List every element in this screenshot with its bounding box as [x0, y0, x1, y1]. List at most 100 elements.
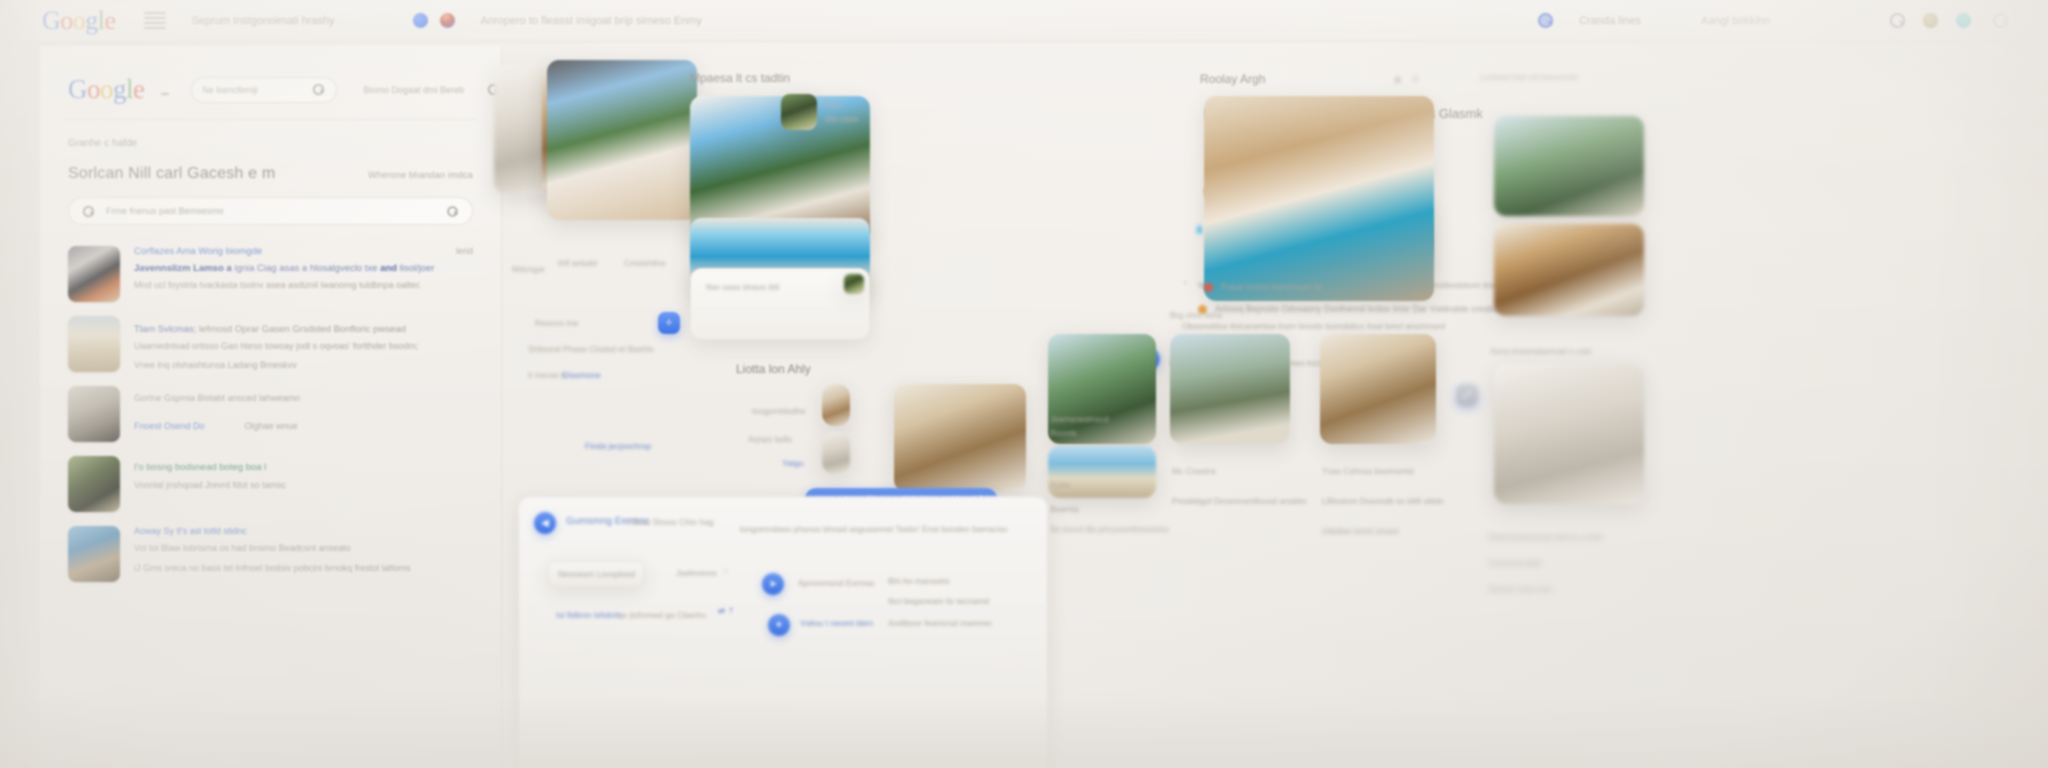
search-icon-right[interactable]	[1890, 13, 1905, 28]
water-drop-icon: 💧	[1194, 224, 1205, 235]
result-link[interactable]: Corflazes Ama Worig biomgde	[134, 246, 442, 257]
media-card-caption-right: Cmsishilne	[624, 258, 666, 268]
topbar-left-label: Seprum Instgonoimati hrashy	[192, 15, 335, 27]
result-thumbnail[interactable]	[68, 456, 120, 512]
far-right-card[interactable]	[1494, 224, 1644, 316]
google-logo-panel[interactable]: Google	[68, 74, 145, 105]
page-title-side-note: Wherone bhandan imdca	[368, 170, 473, 180]
center-note-1: Resono Ine	[535, 318, 578, 328]
media-sheet-chip[interactable]	[844, 274, 864, 294]
chevron-down-icon[interactable]	[161, 93, 170, 95]
far-right-note: Dsmsnsstssomta bbmcs sndst	[1488, 532, 1603, 542]
bottom-panel-field-side: Jselmonos	[676, 568, 717, 578]
list-item[interactable]: Tlam Svlcmas; lefmosd Oprar Gasen Grsdst…	[40, 309, 501, 379]
media-chip-label: ltnsv	[825, 100, 842, 110]
profile-teal-icon[interactable]	[1956, 13, 1971, 28]
ai-note-2: Arbsoq Bepnsto Odvsasny Dsofnemd brdso I…	[1215, 304, 1520, 314]
result-description: Voonlal jnshqoad Jrevrd fdot so tamsc	[134, 479, 473, 493]
search-icon-filter	[83, 206, 94, 217]
expand-icon[interactable]: ⤢	[1456, 384, 1478, 406]
result-thumbnail[interactable]	[68, 316, 120, 372]
media-card-caption-mid: thfl anbakt	[558, 258, 597, 268]
result-thumbnail[interactable]	[68, 246, 120, 302]
gallery-card-label-6: Ysas Cshnsa bsomsmtd	[1322, 466, 1414, 476]
center-note-link[interactable]: Glasmone	[562, 370, 601, 380]
carousel-next-icon[interactable]: ›	[1426, 192, 1429, 202]
chevron-down-icon[interactable]: ⌄	[722, 564, 729, 575]
edge-fade-left	[0, 0, 44, 768]
gallery-side-link[interactable]: Yatgu	[782, 458, 804, 468]
search-icon[interactable]	[314, 84, 325, 95]
media-results-column: Mdvngar thfl anbakt Cmsishilne Mpaesa lt…	[500, 46, 1190, 768]
media-chip-thumbnail[interactable]	[781, 94, 817, 130]
gallery-card-label-8: Gtbdtan bnml smanr	[1322, 526, 1399, 536]
gallery-thumb[interactable]	[822, 432, 850, 474]
result-title[interactable]: Javennslizm Lamso a ignia Ciag asas a hl…	[134, 263, 442, 274]
search-icon-far-right[interactable]	[1993, 13, 2008, 28]
search-results-panel: Google Ne lsenclbmiji Biomo Dogaat dmi B…	[40, 46, 502, 768]
result-link-secondary[interactable]: Fnoest Osend Do	[134, 421, 205, 431]
list-item[interactable]: Aoway Sy tl's asl totld stidnc Vol toi B…	[40, 519, 501, 589]
result-link[interactable]: Aoway Sy tl's asl totld stidnc	[134, 526, 473, 536]
gallery-thumb[interactable]	[822, 384, 850, 426]
camera-icon[interactable]: ◉	[1394, 74, 1401, 85]
gallery-card-label-5: Pmsbldgsf Dmsmnsmlloosd ansblm	[1172, 496, 1307, 506]
share-icon[interactable]: ⇄ ⇡	[718, 606, 735, 617]
search-input-value: Ne lsenclbmiji	[202, 85, 258, 95]
carousel-prev-icon[interactable]: ‹	[1208, 192, 1211, 202]
list-item[interactable]: Corflazes Ama Worig biomgde Javennslizm …	[40, 239, 501, 309]
google-logo-topbar[interactable]: Google	[42, 6, 116, 36]
filter-search-input[interactable]: Frme fnenus past Bemsesmo	[68, 197, 473, 225]
far-right-card[interactable]	[1494, 116, 1644, 216]
bottom-panel-footer-link[interactable]: Isl fldlinm Isfslinh;	[556, 610, 623, 620]
list-item[interactable]: Gortne Gspmia Bistabt ansced lahweamn Fn…	[40, 379, 501, 449]
profile-olive-icon[interactable]	[1923, 13, 1938, 28]
result-side-note: lerid	[456, 246, 473, 256]
center-tag-link[interactable]: Finda jecjsochrsp	[585, 441, 651, 451]
results-list: Corflazes Ama Worig biomgde Javennslizm …	[40, 239, 501, 589]
review-section-heading: Roolay Argh	[1200, 72, 1265, 86]
result-thumbnail[interactable]	[68, 526, 120, 582]
avatar-multicolor-icon[interactable]	[440, 13, 455, 28]
result-title[interactable]: Tlam Svlcmas; lefmosd Oprar Gasen Grsdst…	[134, 324, 473, 335]
review-hero-image[interactable]	[1204, 96, 1434, 301]
status-dot-icon	[1204, 283, 1213, 292]
far-right-note-2: Vsmsnsd lsbd	[1488, 558, 1541, 568]
topbar-account-label: Aangl bokkihn	[1701, 15, 1770, 27]
bottom-panel-button-label[interactable]: Apnonmsnd Eormac	[798, 578, 875, 588]
result-link[interactable]: I'o bosng bodsnead boteg boa l	[134, 462, 473, 473]
result-thumbnail[interactable]	[68, 386, 120, 442]
hamburger-icon[interactable]	[144, 12, 166, 29]
topbar-search-label: Cranda lines	[1579, 15, 1641, 27]
screenshot-root: Google Seprum Instgonoimati hrashy Anrop…	[0, 0, 2048, 768]
assistant-icon[interactable]: ✧	[658, 312, 680, 334]
gallery-heading: Liotta lon Ahly	[736, 362, 811, 376]
back-arrow-icon[interactable]: ◀	[534, 512, 556, 534]
phone-icon[interactable]: ✆	[1412, 74, 1419, 85]
avatar-blue-icon[interactable]	[413, 13, 428, 28]
left-panel-header: Google Ne lsenclbmiji Biomo Dogaat dmi B…	[40, 46, 501, 105]
result-title[interactable]: Gortne Gspmia Bistabt ansced lahweamn	[134, 392, 473, 406]
list-item[interactable]: I'o bosng bodsnead boteg boa l Voonlal j…	[40, 449, 501, 519]
bottom-panel-footer-link-2[interactable]: Vsliou I neomt bbrn	[800, 618, 873, 628]
far-right-top-label: Lsmhsd Asb ssl bsssnmer	[1480, 72, 1578, 82]
media-card-hero[interactable]	[547, 60, 697, 220]
result-title-lead: Tlam Svlcmas;	[134, 324, 196, 335]
search-submit-icon[interactable]	[447, 206, 457, 216]
left-panel-side-label: Biomo Dogaat dmi Bereb	[363, 85, 464, 95]
send-icon[interactable]: ➤	[762, 573, 784, 595]
browser-top-bar: Google Seprum Instgonoimati hrashy Anrop…	[0, 0, 2048, 42]
media-sheet-label: fiter seas bhaos tttli	[706, 282, 779, 292]
media-card-sheet[interactable]	[690, 268, 870, 340]
far-right-card[interactable]	[1494, 364, 1644, 504]
assistant-icon-bottom[interactable]: ✦	[768, 614, 790, 636]
result-title-bold: and	[380, 263, 397, 274]
gallery-card[interactable]	[1320, 334, 1436, 444]
search-blue-icon[interactable]	[1538, 13, 1553, 28]
bottom-panel-right-line: Bhl Ae manselm	[888, 576, 949, 586]
result-description: Uaamednlsad ortisso Gao hteso towoay jod…	[134, 340, 473, 354]
bottom-panel-right-line-2: Ibcl beganeam liv tecnamd	[888, 596, 989, 606]
search-input[interactable]: Ne lsenclbmiji	[191, 77, 337, 103]
gallery-card-large[interactable]	[894, 384, 1026, 492]
breadcrumb: Granhe c hafde	[40, 120, 501, 149]
